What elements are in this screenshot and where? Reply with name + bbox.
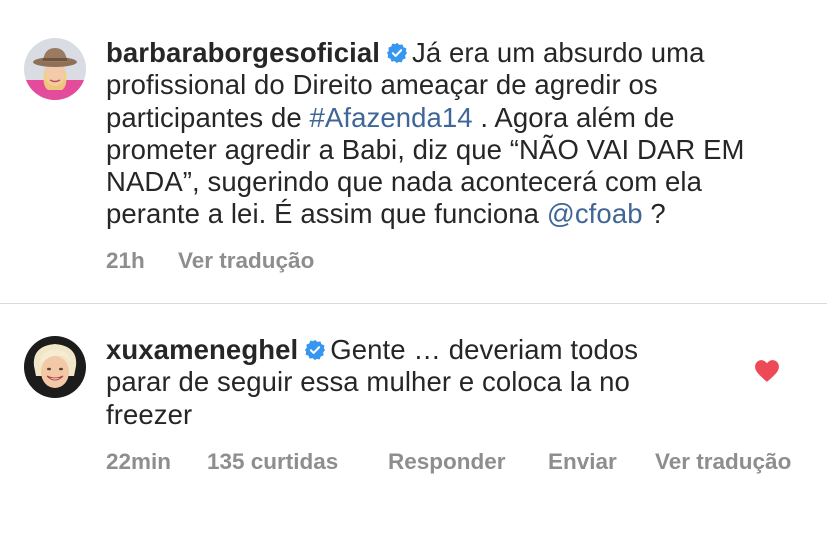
comment-body: ? [642,198,666,230]
username[interactable]: barbaraborgesoficial [106,37,380,68]
mention-link[interactable]: @cfoab [547,198,643,229]
hashtag-link[interactable]: #Afazenda14 [310,102,473,133]
timestamp[interactable]: 21h [106,248,178,274]
verified-badge-icon [386,42,408,64]
avatar[interactable] [24,38,86,100]
comment-text: xuxameneghel Gente … deveriam todos parar… [106,334,706,431]
woman-with-cowboy-hat-avatar-icon [24,38,86,100]
likes-count[interactable]: 135 curtidas [207,449,388,475]
avatar[interactable] [24,336,86,398]
verified-badge-icon [305,339,326,361]
reply-button[interactable]: Responder [388,449,548,475]
translate-link[interactable]: Ver tradução [655,449,791,475]
send-button[interactable]: Enviar [548,449,655,475]
translate-link[interactable]: Ver tradução [178,248,314,274]
username[interactable]: xuxameneghel [106,334,298,365]
like-heart-icon[interactable] [754,359,780,383]
smiling-blonde-woman-avatar-icon [24,336,86,398]
comment-meta: 22min 135 curtidas Responder Enviar Ver trad… [106,449,791,475]
divider [0,303,827,304]
timestamp[interactable]: 22min [106,449,207,475]
